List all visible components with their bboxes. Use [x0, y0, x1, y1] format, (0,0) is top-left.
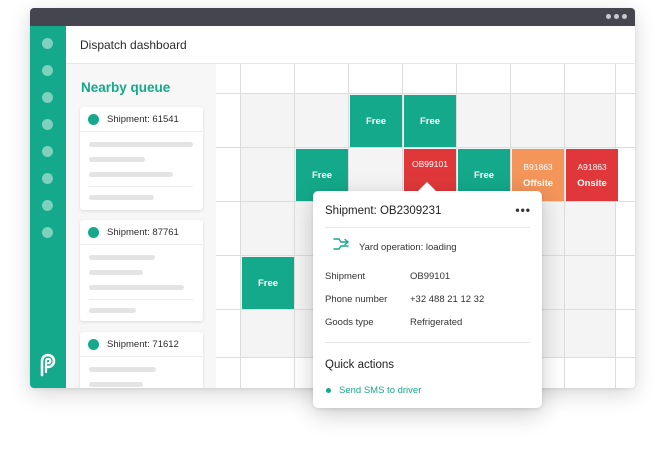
brand-logo-icon[interactable]	[37, 351, 59, 377]
queue-card-header: Shipment: 61541	[80, 107, 203, 132]
shipment-detail-popover: Shipment: OB2309231 ••• Yard operation: …	[313, 182, 542, 408]
dot-icon	[614, 14, 619, 19]
dot-icon	[606, 14, 611, 19]
phone-number-value[interactable]: +32 488 21 12 32	[410, 294, 484, 305]
placeholder-line	[89, 285, 184, 290]
sidebar	[30, 26, 66, 388]
queue-card[interactable]: Shipment: 61541	[80, 107, 203, 210]
yard-slot-free[interactable]: Free	[242, 257, 294, 309]
field-label: Goods type	[325, 317, 374, 328]
placeholder-line	[89, 142, 193, 147]
grid-line	[216, 147, 635, 148]
grid-line	[564, 64, 565, 388]
slot-status: Free	[365, 115, 387, 127]
nearby-queue-panel: Nearby queue Shipment: 61541 Shipment: 8…	[66, 64, 216, 388]
queue-card-header: Shipment: 87761	[80, 220, 203, 245]
slot-status: Onsite	[577, 177, 607, 189]
popover-caret	[417, 182, 437, 192]
quick-actions-title: Quick actions	[325, 359, 395, 371]
popover-divider	[325, 342, 530, 343]
queue-card-label: Shipment: 71612	[107, 339, 179, 350]
slot-code: OB99101	[412, 159, 448, 169]
window-menu-dots-icon[interactable]	[606, 14, 627, 19]
bullet-icon	[326, 388, 331, 393]
placeholder-line	[89, 195, 154, 200]
grid-line	[294, 64, 295, 388]
queue-card[interactable]: Shipment: 71612	[80, 332, 203, 388]
placeholder-line	[89, 382, 143, 387]
placeholder-line	[89, 172, 173, 177]
placeholder-line	[89, 157, 145, 162]
yard-operation-text: Yard operation: loading	[359, 242, 457, 253]
popover-divider	[325, 227, 530, 228]
slot-code: A91863	[577, 161, 607, 172]
sidebar-nav-item-1[interactable]	[42, 38, 53, 49]
popover-title: Shipment: OB2309231	[325, 205, 442, 217]
grid-line	[216, 93, 635, 94]
page-title: Dispatch dashboard	[80, 38, 187, 52]
queue-card-label: Shipment: 61541	[107, 114, 179, 125]
field-value: OB99101	[410, 271, 451, 282]
field-label: Phone number	[325, 294, 388, 305]
status-dot-icon	[88, 339, 99, 350]
sidebar-nav-item-2[interactable]	[42, 65, 53, 76]
status-dot-icon	[88, 114, 99, 125]
header: Dispatch dashboard	[66, 26, 635, 64]
sidebar-nav-item-7[interactable]	[42, 200, 53, 211]
slot-status: Free	[311, 169, 333, 181]
queue-card-label: Shipment: 87761	[107, 227, 179, 238]
slot-code: B91863	[523, 161, 553, 172]
sidebar-nav-item-3[interactable]	[42, 92, 53, 103]
placeholder-line	[89, 255, 155, 260]
card-divider	[89, 299, 193, 300]
queue-card-header: Shipment: 71612	[80, 332, 203, 357]
slot-status: Free	[419, 115, 441, 127]
send-sms-button[interactable]: Send SMS to driver	[339, 385, 421, 396]
slot-status: Free	[257, 277, 279, 289]
yard-slot-free[interactable]: Free	[350, 95, 402, 147]
field-label: Shipment	[325, 271, 366, 282]
queue-card[interactable]: Shipment: 87761	[80, 220, 203, 321]
sidebar-nav-item-5[interactable]	[42, 146, 53, 157]
yard-slot-free[interactable]: Free	[404, 95, 456, 147]
placeholder-line	[89, 270, 143, 275]
status-dot-icon	[88, 227, 99, 238]
placeholder-line	[89, 367, 156, 372]
window-titlebar	[30, 8, 635, 26]
placeholder-line	[89, 308, 136, 313]
sidebar-nav-item-4[interactable]	[42, 119, 53, 130]
queue-title: Nearby queue	[81, 80, 171, 95]
more-options-icon[interactable]: •••	[515, 203, 531, 217]
sidebar-nav-item-6[interactable]	[42, 173, 53, 184]
dot-icon	[622, 14, 627, 19]
field-value: Refrigerated	[410, 317, 463, 328]
slot-status: Offsite	[522, 177, 554, 189]
yard-operation-icon	[333, 238, 349, 250]
yard-slot-onsite[interactable]: A91863 Onsite	[566, 149, 618, 201]
grid-line	[615, 64, 616, 388]
sidebar-nav-item-8[interactable]	[42, 227, 53, 238]
grid-line	[240, 64, 241, 388]
card-divider	[89, 186, 193, 187]
slot-status: Free	[473, 169, 495, 181]
